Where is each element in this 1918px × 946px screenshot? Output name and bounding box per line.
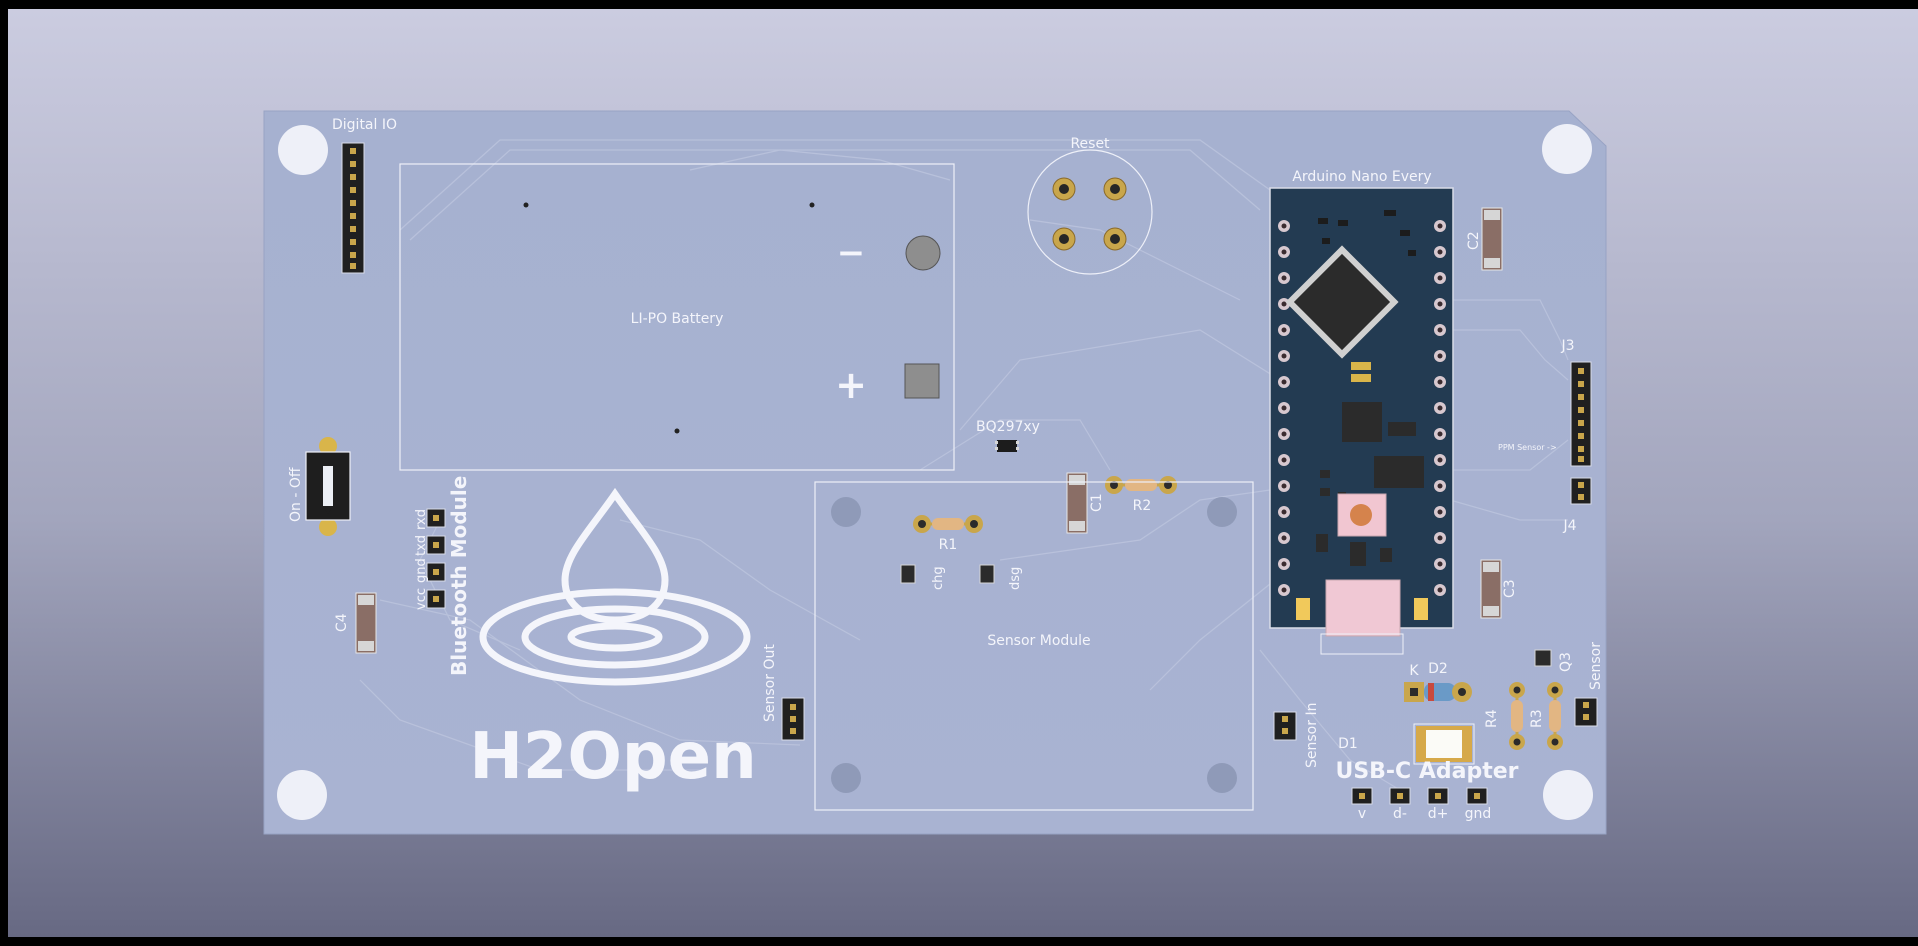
d1-label: D1 bbox=[1338, 736, 1358, 752]
r2-label: R2 bbox=[1133, 498, 1152, 514]
bq297xy-label: BQ297xy bbox=[976, 419, 1040, 435]
chg-label: chg bbox=[931, 566, 946, 590]
ppm-sensor-label: PPM Sensor -> bbox=[1498, 443, 1557, 452]
usb-dplus-label: d+ bbox=[1428, 806, 1449, 822]
arduino-label: Arduino Nano Every bbox=[1292, 169, 1431, 185]
dsg-label: dsg bbox=[1008, 567, 1023, 590]
sensor-module-label: Sensor Module bbox=[987, 633, 1090, 649]
bt-rxd-label: rxd bbox=[414, 509, 429, 530]
k-label: K bbox=[1409, 663, 1419, 679]
usb-v-label: v bbox=[1358, 806, 1366, 822]
bt-txd-label: txd bbox=[414, 535, 429, 556]
bt-vcc-label: vcc bbox=[414, 588, 429, 610]
sensor-in-label: Sensor In bbox=[1304, 703, 1320, 768]
battery-plus-label: + bbox=[835, 363, 867, 407]
j4-label: J4 bbox=[1562, 518, 1576, 534]
c4-label: C4 bbox=[334, 613, 350, 632]
j3-label: J3 bbox=[1560, 338, 1574, 354]
on-off-label: On - Off bbox=[288, 467, 304, 522]
c1-label: C1 bbox=[1089, 493, 1105, 512]
c2-label: C2 bbox=[1466, 231, 1482, 250]
usb-dminus-label: d- bbox=[1393, 806, 1407, 822]
bt-gnd-label: gnd bbox=[414, 558, 429, 583]
q3-label: Q3 bbox=[1558, 652, 1574, 672]
usb-gnd-label: gnd bbox=[1465, 806, 1492, 822]
pcb-3d-viewer[interactable]: Digital IO LI-PO Battery − + Reset Ardui… bbox=[0, 0, 1918, 946]
digital-io-label: Digital IO bbox=[332, 117, 397, 133]
sensor-out-label: Sensor Out bbox=[762, 644, 778, 722]
r1-label: R1 bbox=[939, 537, 958, 553]
battery-minus-label: − bbox=[837, 233, 866, 273]
sensor-label: Sensor bbox=[1588, 642, 1604, 690]
battery-negative-pad bbox=[905, 235, 941, 271]
d2-label: D2 bbox=[1428, 661, 1448, 677]
r3-label: R3 bbox=[1529, 709, 1545, 728]
battery-positive-pad bbox=[904, 363, 940, 399]
c3-label: C3 bbox=[1502, 579, 1518, 598]
bluetooth-label: Bluetooth Module bbox=[447, 476, 471, 676]
pcb-viewer-canvas[interactable]: Digital IO LI-PO Battery − + Reset Ardui… bbox=[0, 0, 1918, 946]
h2open-label: H2Open bbox=[469, 720, 756, 794]
usb-c-label: USB-C Adapter bbox=[1335, 759, 1518, 784]
battery-label: LI-PO Battery bbox=[631, 311, 724, 327]
r4-label: R4 bbox=[1484, 709, 1500, 728]
arduino-nano-every: Arduino Nano Every bbox=[1269, 169, 1454, 655]
